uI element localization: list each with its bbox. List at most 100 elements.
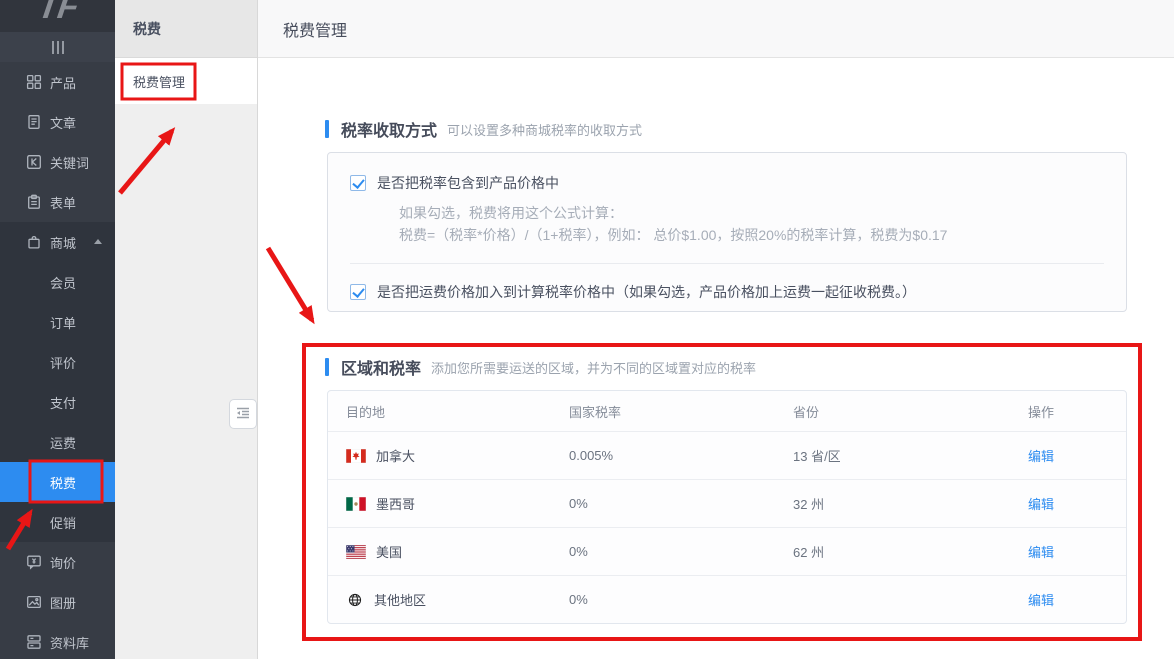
sidebar-item-shipping[interactable]: 运费	[0, 422, 115, 462]
edit-link[interactable]: 编辑	[1028, 593, 1054, 608]
country-rate: 0.005%	[551, 448, 775, 463]
sidebar-item-label: 文章	[50, 113, 76, 132]
destination-name: 墨西哥	[376, 494, 415, 513]
destination-name: 其他地区	[374, 590, 426, 609]
help-line: 如果勾选，税费将用这个公式计算：	[399, 202, 1104, 224]
main-content: 税费管理 税率收取方式 可以设置多种商城税率的收取方式 是否把税率包含到产品价格…	[258, 0, 1174, 659]
provinces-count: 62 州	[775, 542, 1010, 561]
sidebar-item-inquiry[interactable]: 询价	[0, 542, 115, 582]
library-icon	[26, 634, 42, 650]
country-rate: 0%	[551, 592, 775, 607]
option-include-shipping-in-tax: 是否把运费价格加入到计算税率价格中（如果勾选，产品价格加上运费一起征收税费。）	[328, 264, 1126, 312]
table-row-usa: 美国 0% 62 州 编辑	[328, 527, 1126, 575]
app-logo: TF	[0, 0, 115, 32]
sidebar-item-reviews[interactable]: 评价	[0, 342, 115, 382]
help-line: 税费=（税率*价格）/（1+税率），例如： 总价$1.00，按照20%的税率计算…	[399, 224, 1104, 246]
sidebar-item-promotions[interactable]: 促销	[0, 502, 115, 542]
sidebar-item-label: 促销	[50, 513, 76, 532]
sidebar-item-label: 表单	[50, 193, 76, 212]
edit-link[interactable]: 编辑	[1028, 497, 1054, 512]
section-title: 税率收取方式	[341, 117, 437, 141]
sidebar-item-label: 商城	[50, 233, 76, 252]
sidebar-item-keywords[interactable]: 关键词	[0, 142, 115, 182]
provinces-count: 32 州	[775, 494, 1010, 513]
table-header-row: 目的地 国家税率 省份 操作	[328, 391, 1126, 431]
column-header-provinces: 省份	[775, 402, 1010, 421]
sidebar-item-orders[interactable]: 订单	[0, 302, 115, 342]
inquiry-bubble-icon	[26, 554, 42, 570]
table-row-mexico: 墨西哥 0% 32 州 编辑	[328, 479, 1126, 527]
section-regions-header: 区域和税率 添加您所需要运送的区域，并为不同的区域置对应的税率	[325, 355, 756, 379]
provinces-count: 13 省/区	[775, 446, 1010, 465]
shopping-bag-icon	[26, 234, 42, 250]
sidebar-item-gallery[interactable]: 图册	[0, 582, 115, 622]
sidebar-item-tax-active[interactable]: 税费	[0, 462, 115, 502]
country-rate: 0%	[551, 544, 775, 559]
section-subtitle: 可以设置多种商城税率的收取方式	[447, 120, 642, 139]
column-header-destination: 目的地	[328, 402, 551, 421]
panel-collapse-handle[interactable]	[229, 399, 257, 429]
submenu-item-tax-management[interactable]: 税费管理	[115, 58, 257, 104]
sidebar-nav: 产品 文章 关键词 表单	[0, 62, 115, 662]
collapse-bars-icon	[52, 41, 64, 54]
keyword-icon	[26, 154, 42, 170]
sidebar-item-label: 订单	[50, 313, 76, 332]
sidebar-item-articles[interactable]: 文章	[0, 102, 115, 142]
sidebar-item-label: 关键词	[50, 153, 89, 172]
section-subtitle: 添加您所需要运送的区域，并为不同的区域置对应的税率	[431, 358, 756, 377]
sidebar-item-label: 产品	[50, 73, 76, 92]
gallery-icon	[26, 594, 42, 610]
sidebar-item-label: 税费	[50, 473, 76, 492]
section-accent-bar	[325, 358, 329, 376]
column-header-actions: 操作	[1010, 402, 1126, 421]
section-title: 区域和税率	[341, 355, 421, 379]
sidebar-item-label: 运费	[50, 433, 76, 452]
destination-name: 加拿大	[376, 446, 415, 465]
sidebar-item-products[interactable]: 产品	[0, 62, 115, 102]
sidebar-item-label: 图册	[50, 593, 76, 612]
column-header-country-rate: 国家税率	[551, 402, 775, 421]
outdent-icon	[236, 407, 250, 422]
table-row-canada: 加拿大 0.005% 13 省/区 编辑	[328, 431, 1126, 479]
page-title: 税费管理	[283, 17, 347, 41]
secondary-panel: 税费 税费管理	[115, 0, 258, 659]
checkbox-label: 是否把运费价格加入到计算税率价格中（如果勾选，产品价格加上运费一起征收税费。）	[377, 282, 916, 302]
country-rate: 0%	[551, 496, 775, 511]
tax-mode-panel: 是否把税率包含到产品价格中 如果勾选，税费将用这个公式计算： 税费=（税率*价格…	[327, 152, 1127, 312]
sidebar-item-forms[interactable]: 表单	[0, 182, 115, 222]
option-include-tax-in-price: 是否把税率包含到产品价格中 如果勾选，税费将用这个公式计算： 税费=（税率*价格…	[328, 153, 1126, 264]
table-row-other-regions: 其他地区 0% 编辑	[328, 575, 1126, 623]
sidebar-item-label: 询价	[50, 553, 76, 572]
chevron-up-icon	[94, 239, 102, 244]
sidebar: TF 产品 文章	[0, 0, 115, 659]
regions-table: 目的地 国家税率 省份 操作 加拿大 0.005% 13 省/区 编辑	[327, 390, 1127, 624]
form-icon	[26, 194, 42, 210]
mexico-flag	[346, 497, 366, 511]
sidebar-item-label: 评价	[50, 353, 76, 372]
grid-icon	[26, 74, 42, 90]
globe-icon	[346, 591, 364, 609]
app-logo-text: TF	[35, 0, 79, 24]
sidebar-item-label: 资料库	[50, 633, 89, 652]
mall-menu-group: 商城 会员 订单 评价 支付 运费 税费 促销	[0, 222, 115, 542]
sidebar-item-mall[interactable]: 商城	[0, 222, 115, 262]
sidebar-item-label: 支付	[50, 393, 76, 412]
article-icon	[26, 114, 42, 130]
secondary-panel-title: 税费	[115, 0, 257, 58]
section-accent-bar	[325, 120, 329, 138]
include-shipping-checkbox[interactable]	[350, 284, 366, 300]
checkbox-label: 是否把税率包含到产品价格中	[377, 173, 559, 193]
edit-link[interactable]: 编辑	[1028, 545, 1054, 560]
sidebar-collapse-button[interactable]	[0, 32, 115, 62]
help-text: 如果勾选，税费将用这个公式计算： 税费=（税率*价格）/（1+税率），例如： 总…	[399, 202, 1104, 246]
edit-link[interactable]: 编辑	[1028, 449, 1054, 464]
canada-flag	[346, 449, 366, 463]
sidebar-item-payments[interactable]: 支付	[0, 382, 115, 422]
section-tax-mode-header: 税率收取方式 可以设置多种商城税率的收取方式	[325, 117, 642, 141]
include-tax-checkbox[interactable]	[350, 175, 366, 191]
sidebar-item-library[interactable]: 资料库	[0, 622, 115, 662]
destination-name: 美国	[376, 542, 402, 561]
usa-flag	[346, 545, 366, 559]
sidebar-item-label: 会员	[50, 273, 76, 292]
sidebar-item-members[interactable]: 会员	[0, 262, 115, 302]
